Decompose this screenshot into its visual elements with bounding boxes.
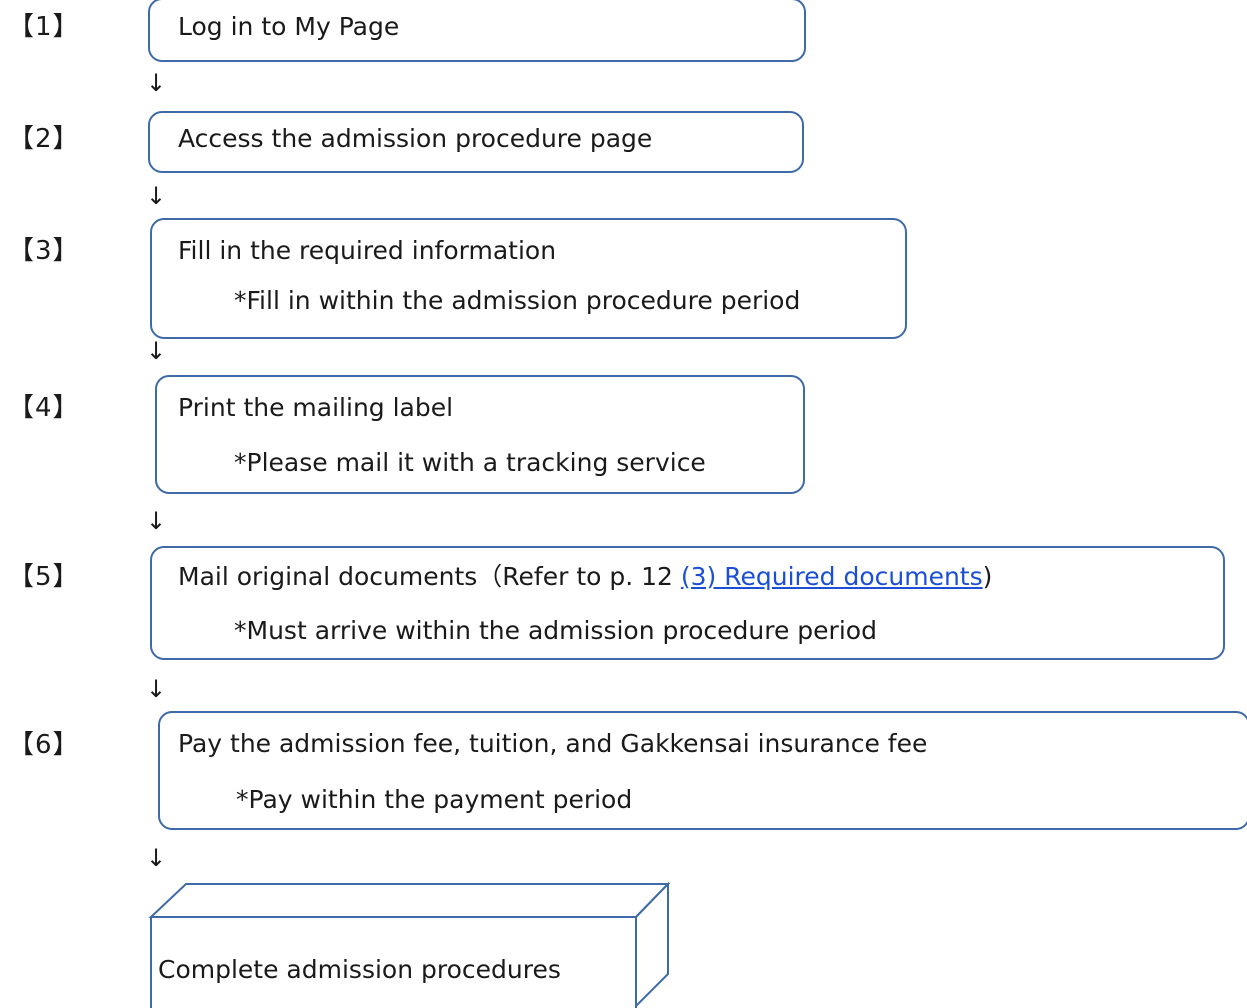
step-1-title: Log in to My Page: [178, 12, 400, 41]
arrow-icon: ↓: [146, 69, 167, 97]
step-2-number: 【2】: [8, 124, 80, 154]
required-documents-link[interactable]: (3) Required documents: [681, 562, 983, 591]
arrow-icon: ↓: [146, 675, 167, 703]
arrow-icon: ↓: [146, 337, 167, 365]
arrow-icon: ↓: [146, 844, 167, 872]
step-3-title: Fill in the required information: [178, 236, 557, 265]
step-6-number: 【6】: [8, 730, 80, 760]
final-step-box: [148, 882, 671, 1008]
step-3-note: *Fill in within the admission procedure …: [234, 286, 801, 315]
step-5-title: Mail original documents（Refer to p. 12 (…: [178, 562, 992, 592]
arrow-icon: ↓: [146, 507, 167, 535]
step-5-note: *Must arrive within the admission proced…: [234, 616, 877, 645]
step-6-note: *Pay within the payment period: [236, 785, 633, 814]
step-3-number: 【3】: [8, 236, 80, 266]
step-1-number: 【1】: [8, 12, 80, 42]
step-4-number: 【4】: [8, 393, 80, 423]
step-2-title: Access the admission procedure page: [178, 124, 653, 153]
arrow-icon: ↓: [146, 182, 167, 210]
step-5-title-suffix: ): [982, 562, 993, 591]
step-4-title: Print the mailing label: [178, 393, 454, 422]
step-5-title-prefix: Mail original documents（Refer to p. 12: [178, 562, 681, 591]
final-step-label: Complete admission procedures: [158, 955, 561, 984]
final-box-top-face: [148, 883, 671, 918]
step-6-title: Pay the admission fee, tuition, and Gakk…: [178, 729, 928, 758]
step-4-note: *Please mail it with a tracking service: [234, 448, 706, 477]
step-5-number: 【5】: [8, 562, 80, 592]
